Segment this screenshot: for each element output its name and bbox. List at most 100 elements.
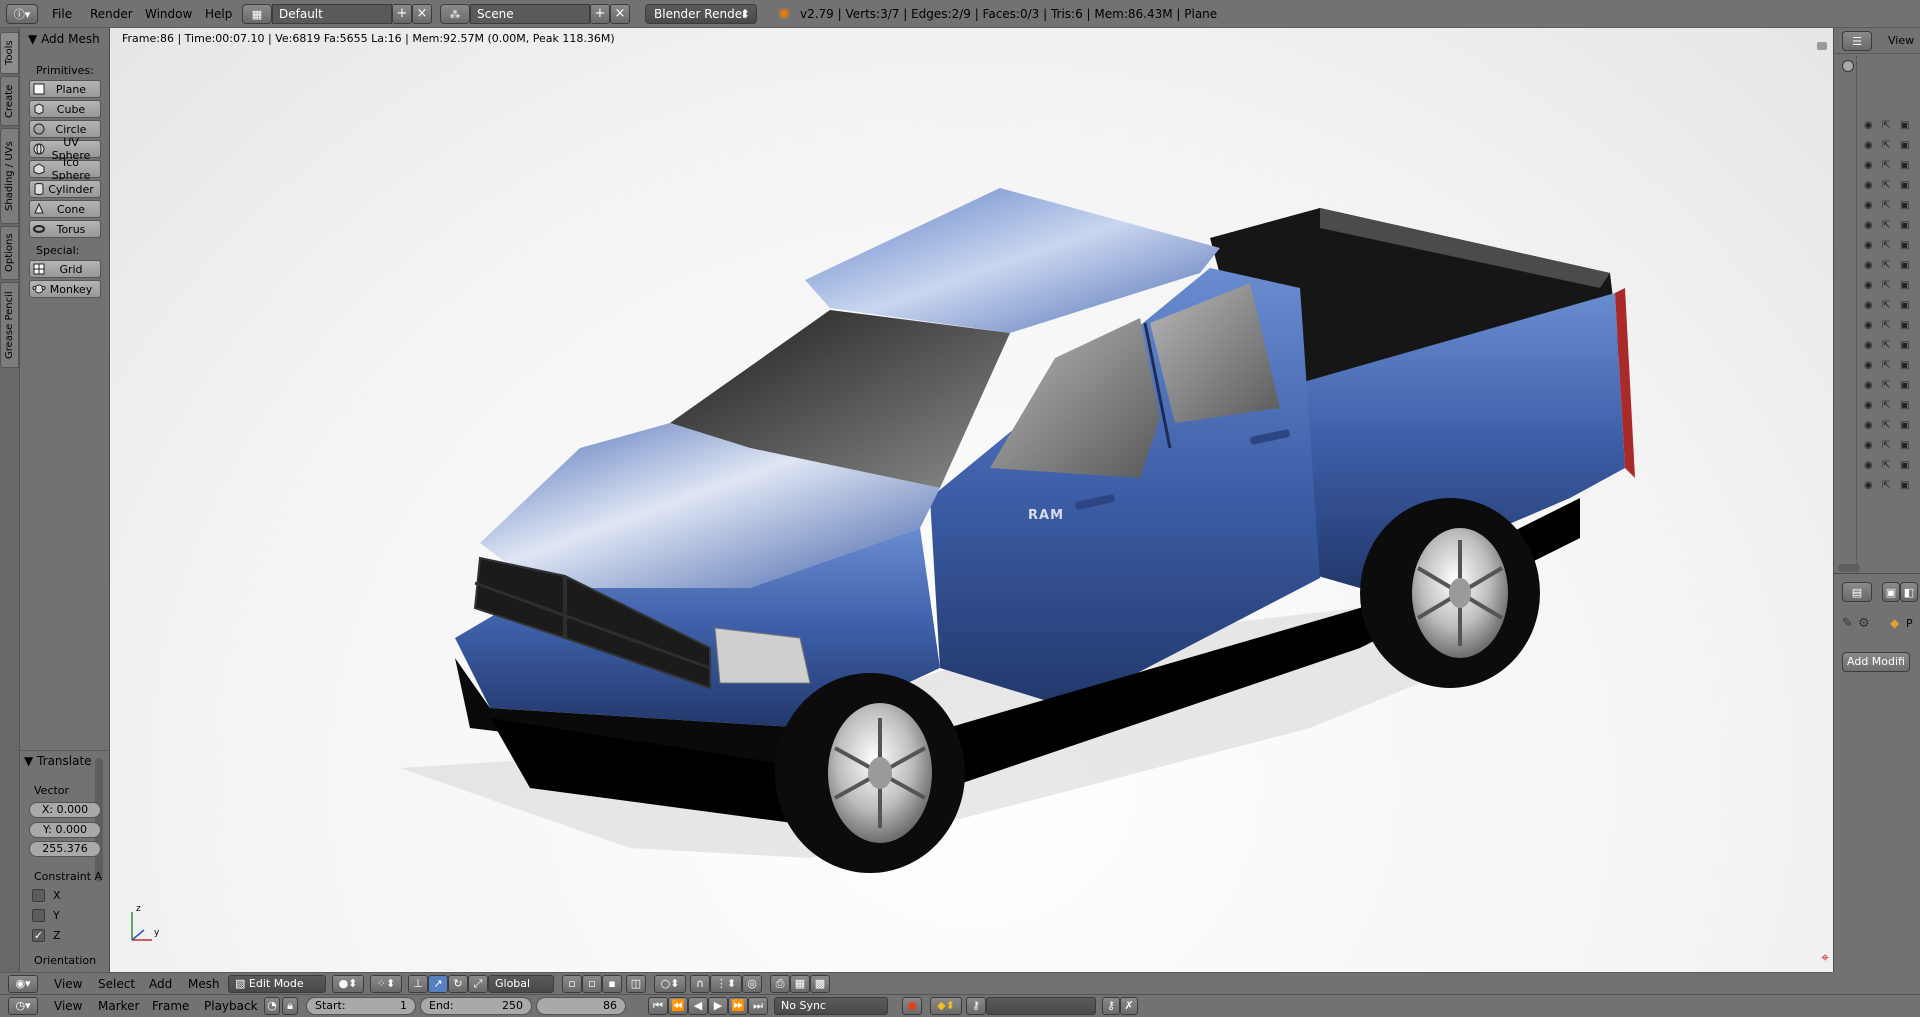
- menu-render[interactable]: Render: [90, 7, 133, 21]
- constraint-z-checkbox[interactable]: ✓ Z: [32, 928, 61, 942]
- editor-type-info-button[interactable]: ⓘ▾: [6, 4, 38, 24]
- screen-layout-browse-button[interactable]: ▦: [242, 4, 272, 24]
- add-cube-button[interactable]: Cube: [29, 100, 101, 118]
- keying-set-dropdown[interactable]: ◆⬍: [930, 997, 962, 1015]
- sync-mode-dropdown[interactable]: No Sync: [774, 997, 888, 1015]
- cursor-icon[interactable]: ⇱: [1882, 380, 1890, 391]
- auto-keying-button[interactable]: ●: [902, 997, 922, 1015]
- add-modifier-button[interactable]: Add Modifi: [1842, 652, 1910, 672]
- properties-pin-button[interactable]: ▣: [1882, 582, 1900, 602]
- snap-target-button[interactable]: ◎: [742, 975, 762, 993]
- render-toggle-icon[interactable]: ▣: [1900, 300, 1909, 311]
- vector-z-field[interactable]: 255.376: [29, 841, 101, 857]
- cursor-icon[interactable]: ⇱: [1882, 360, 1890, 371]
- scene-field[interactable]: Scene: [470, 4, 590, 24]
- tab-create[interactable]: Create: [0, 76, 19, 126]
- scene-browse-button[interactable]: ⁂: [440, 4, 470, 24]
- lock-range-button[interactable]: 🔒︎: [282, 997, 298, 1015]
- render-toggle-icon[interactable]: ▣: [1900, 400, 1909, 411]
- scene-expand-toggle[interactable]: [1842, 60, 1854, 72]
- insert-keyframe-button[interactable]: ⚷: [1102, 997, 1120, 1015]
- viewport-shading-dropdown[interactable]: ●⬍: [332, 975, 364, 993]
- cursor-icon[interactable]: ⇱: [1882, 260, 1890, 271]
- eye-icon[interactable]: ◉: [1864, 480, 1873, 491]
- menu-add[interactable]: Add: [149, 977, 172, 991]
- scale-manipulator-button[interactable]: ⤢: [468, 975, 488, 993]
- checkbox-y[interactable]: [32, 908, 45, 922]
- add-ico-sphere-button[interactable]: Ico Sphere: [29, 156, 101, 182]
- cursor-icon[interactable]: ⇱: [1882, 220, 1890, 231]
- pin-icon[interactable]: ✎: [1842, 616, 1853, 631]
- rotate-manipulator-button[interactable]: ↻: [448, 975, 468, 993]
- menu-marker[interactable]: Marker: [98, 999, 139, 1013]
- menu-help[interactable]: Help: [205, 7, 232, 21]
- pin-render-button[interactable]: ▩: [810, 975, 830, 993]
- menu-window[interactable]: Window: [145, 7, 192, 21]
- eye-icon[interactable]: ◉: [1864, 140, 1873, 151]
- opengl-render-button[interactable]: ⎙: [770, 975, 790, 993]
- cursor-icon[interactable]: ⇱: [1882, 160, 1890, 171]
- eye-icon[interactable]: ◉: [1864, 180, 1873, 191]
- add-monkey-button[interactable]: Monkey: [29, 280, 101, 298]
- 3d-viewport[interactable]: Frame:86 | Time:00:07.10 | Ve:6819 Fa:56…: [110, 28, 1833, 972]
- opengl-render-anim-button[interactable]: ▦: [790, 975, 810, 993]
- cursor-icon[interactable]: ⇱: [1882, 140, 1890, 151]
- remove-scene-button[interactable]: ×: [610, 4, 630, 24]
- cursor-icon[interactable]: ⇱: [1882, 320, 1890, 331]
- add-torus-button[interactable]: Torus: [29, 220, 101, 238]
- play-reverse-button[interactable]: ◀: [688, 997, 708, 1015]
- cursor-icon[interactable]: ⇱: [1882, 440, 1890, 451]
- menu-select[interactable]: Select: [98, 977, 135, 991]
- cursor-icon[interactable]: ⇱: [1882, 460, 1890, 471]
- render-toggle-icon[interactable]: ▣: [1900, 440, 1909, 451]
- add-cylinder-button[interactable]: Cylinder: [29, 180, 101, 198]
- eye-icon[interactable]: ◉: [1864, 320, 1873, 331]
- cursor-icon[interactable]: ⇱: [1882, 180, 1890, 191]
- eye-icon[interactable]: ◉: [1864, 220, 1873, 231]
- cursor-icon[interactable]: ⇱: [1882, 280, 1890, 291]
- translate-panel-header[interactable]: ▼ Translate: [24, 754, 92, 768]
- eye-icon[interactable]: ◉: [1864, 240, 1873, 251]
- jump-keyframe-back-button[interactable]: ⏪: [668, 997, 688, 1015]
- eye-icon[interactable]: ◉: [1864, 120, 1873, 131]
- mode-dropdown[interactable]: ▧ Edit Mode: [228, 975, 326, 993]
- add-cone-button[interactable]: Cone: [29, 200, 101, 218]
- eye-icon[interactable]: ◉: [1864, 280, 1873, 291]
- eye-icon[interactable]: ◉: [1864, 200, 1873, 211]
- cursor-icon[interactable]: ⇱: [1882, 240, 1890, 251]
- tab-options[interactable]: Options: [0, 226, 19, 280]
- menu-mesh[interactable]: Mesh: [188, 977, 220, 991]
- constraint-x-checkbox[interactable]: X: [32, 888, 61, 902]
- end-frame-field[interactable]: End: 250: [420, 997, 532, 1015]
- cursor-icon[interactable]: ⇱: [1882, 400, 1890, 411]
- eye-icon[interactable]: ◉: [1864, 380, 1873, 391]
- snap-element-dropdown[interactable]: ⋮⬍: [710, 975, 742, 993]
- active-keying-set-button[interactable]: ⚷: [966, 997, 986, 1015]
- cursor-icon[interactable]: ⇱: [1882, 340, 1890, 351]
- render-toggle-icon[interactable]: ▣: [1900, 260, 1909, 271]
- render-toggle-icon[interactable]: ▣: [1900, 220, 1909, 231]
- eye-icon[interactable]: ◉: [1864, 440, 1873, 451]
- render-toggle-icon[interactable]: ▣: [1900, 380, 1909, 391]
- editor-type-timeline-button[interactable]: ◷▾: [8, 997, 38, 1015]
- remove-layout-button[interactable]: ×: [412, 4, 432, 24]
- tab-grease-pencil[interactable]: Grease Pencil: [0, 282, 19, 368]
- menu-playback[interactable]: Playback: [204, 999, 258, 1013]
- limit-selection-button[interactable]: ◫: [626, 975, 646, 993]
- keying-set-field[interactable]: [986, 997, 1096, 1015]
- translate-manipulator-button[interactable]: ↗: [428, 975, 448, 993]
- menu-view-3d[interactable]: View: [54, 977, 82, 991]
- proportional-edit-dropdown[interactable]: ○⬍: [654, 975, 686, 993]
- add-mesh-panel-header[interactable]: ▼ Add Mesh: [28, 32, 100, 46]
- transform-orientation-dropdown[interactable]: Global: [488, 975, 554, 993]
- editor-type-3d-button[interactable]: ◉▾: [8, 975, 38, 993]
- render-toggle-icon[interactable]: ▣: [1900, 420, 1909, 431]
- properties-scene-button[interactable]: ◧: [1900, 582, 1918, 602]
- manipulator-toggle[interactable]: ⊥: [408, 975, 428, 993]
- render-toggle-icon[interactable]: ▣: [1900, 280, 1909, 291]
- add-layout-button[interactable]: +: [392, 4, 412, 24]
- render-toggle-icon[interactable]: ▣: [1900, 120, 1909, 131]
- outliner-view-menu[interactable]: View: [1888, 34, 1914, 47]
- play-button[interactable]: ▶: [708, 997, 728, 1015]
- render-toggle-icon[interactable]: ▣: [1900, 200, 1909, 211]
